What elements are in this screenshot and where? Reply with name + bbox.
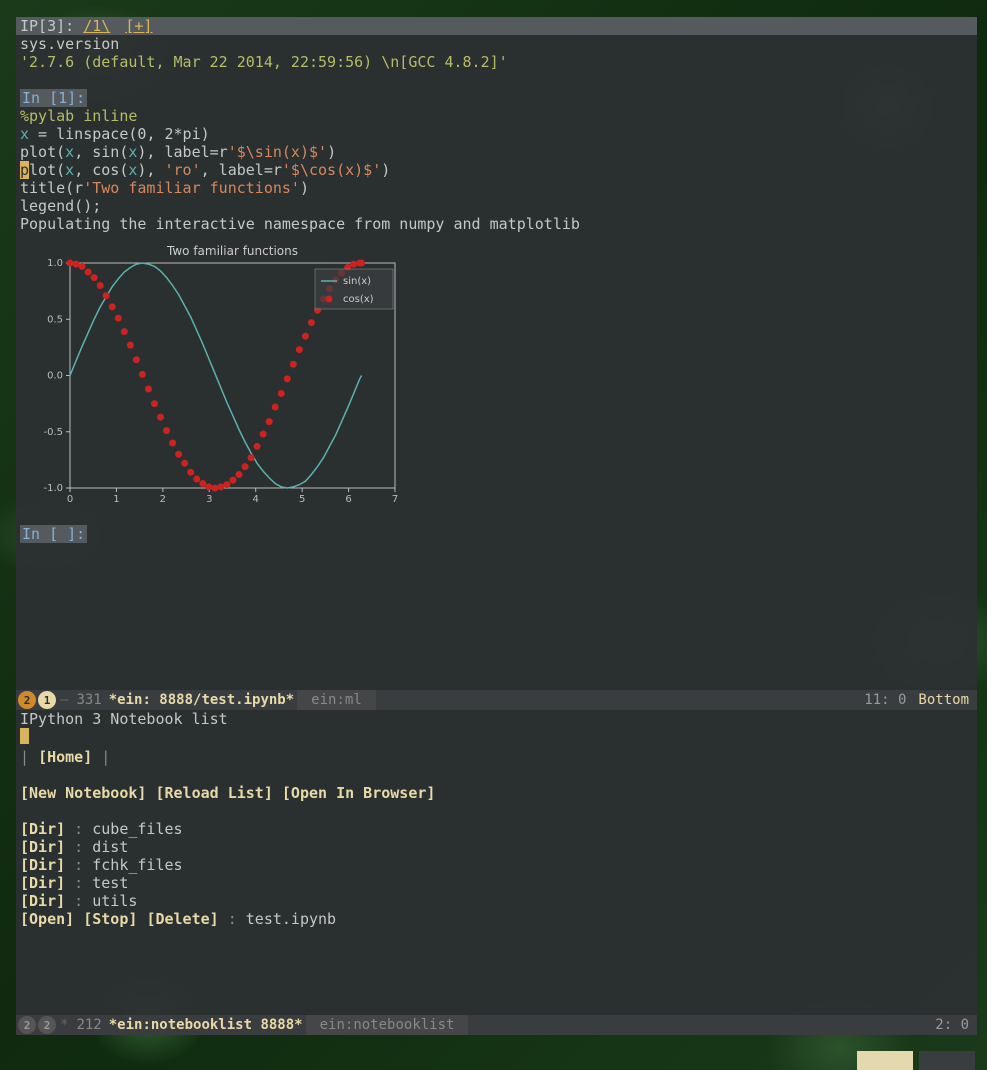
cursor-position: 11: 0 — [864, 692, 906, 708]
svg-text:0.0: 0.0 — [47, 371, 63, 382]
ml-badge-dim2-icon: 2 — [38, 1016, 56, 1034]
svg-text:2: 2 — [160, 494, 166, 505]
in-prompt-empty: In [ ]: — [20, 525, 87, 543]
dir-button[interactable]: [Dir] — [20, 874, 65, 892]
scroll-position: Bottom — [918, 692, 969, 708]
svg-text:6: 6 — [345, 494, 351, 505]
toolbar: [New Notebook] [Reload List] [Open In Br… — [20, 784, 973, 802]
matplotlib-output: Two familiar functions 0 1 2 3 4 5 6 7 -1.0 -0.5 0.… — [20, 243, 400, 513]
ml-badge-index-icon: 1 — [38, 691, 56, 709]
list-item: [Dir] : cube_files — [20, 820, 973, 838]
cell-empty[interactable]: In [ ]: — [16, 525, 977, 543]
svg-text:4: 4 — [253, 494, 259, 505]
dir-button[interactable]: [Dir] — [20, 856, 65, 874]
svg-text:5: 5 — [299, 494, 305, 505]
taskbar-item[interactable] — [857, 1051, 913, 1070]
text-cursor: p — [20, 161, 29, 179]
delete-button[interactable]: [Delete] — [146, 910, 218, 928]
dir-button[interactable]: [Dir] — [20, 820, 65, 838]
stop-button[interactable]: [Stop] — [83, 910, 137, 928]
svg-text:1: 1 — [113, 494, 119, 505]
populate-output: Populating the interactive namespace fro… — [20, 215, 580, 233]
taskbar — [857, 1051, 975, 1070]
open-in-browser-button[interactable]: [Open In Browser] — [282, 784, 436, 802]
open-button[interactable]: [Open] — [20, 910, 74, 928]
list-item: [Dir] : fchk_files — [20, 856, 973, 874]
dir-name: cube_files — [92, 820, 182, 838]
list-item: [Dir] : test — [20, 874, 973, 892]
notebook-buffer-pane[interactable]: IP[3]: /1\ [+] sys.version '2.7.6 (defau… — [16, 17, 977, 690]
cursor-position-2: 2: 0 — [935, 1017, 969, 1033]
list-item: [Open] [Stop] [Delete] : test.ipynb — [20, 910, 973, 928]
svg-text:7: 7 — [392, 494, 398, 505]
in-prompt-1: In [1]: — [20, 89, 87, 107]
svg-text:1.0: 1.0 — [47, 258, 63, 269]
list-item: [Dir] : utils — [20, 892, 973, 910]
svg-text:-1.0: -1.0 — [43, 483, 63, 494]
major-mode: ein:ml — [311, 692, 362, 708]
ml-badge-dim-icon: 2 — [18, 1016, 36, 1034]
svg-text:3: 3 — [206, 494, 212, 505]
dir-name: test — [92, 874, 128, 892]
reload-list-button[interactable]: [Reload List] — [155, 784, 272, 802]
text-cursor-2 — [20, 728, 29, 744]
taskbar-item[interactable] — [919, 1051, 975, 1070]
major-mode-2: ein:notebooklist — [320, 1017, 455, 1033]
new-notebook-button[interactable]: [New Notebook] — [20, 784, 146, 802]
dir-name: fchk_files — [92, 856, 182, 874]
ip-label: IP[3]: — [20, 17, 74, 35]
svg-text:Two familiar functions: Two familiar functions — [166, 244, 298, 258]
dir-name: utils — [92, 892, 137, 910]
svg-text:cos(x): cos(x) — [343, 294, 374, 305]
cell-1[interactable]: In [1]: %pylab inline x = linspace(0, 2*… — [16, 89, 977, 233]
list-item: [Dir] : dist — [20, 838, 973, 856]
modeline-top: 2 1 — 331 *ein: 8888/test.ipynb* ein:ml … — [16, 690, 977, 710]
notebooklist-buffer-pane[interactable]: IPython 3 Notebook list | [Home] | [New … — [16, 710, 977, 1015]
buffer-name-2: *ein:notebooklist 8888* — [109, 1017, 303, 1033]
svg-text:0.5: 0.5 — [47, 314, 63, 325]
tab-current[interactable]: /1\ — [83, 17, 110, 35]
notebook-header-tabs: IP[3]: /1\ [+] — [16, 17, 977, 35]
dir-name: dist — [92, 838, 128, 856]
dir-button[interactable]: [Dir] — [20, 892, 65, 910]
svg-text:-0.5: -0.5 — [43, 427, 63, 438]
svg-text:0: 0 — [67, 494, 73, 505]
ml-badge-modified-icon: 2 — [18, 691, 36, 709]
home-link[interactable]: [Home] — [38, 748, 92, 766]
modeline-bottom: 2 2 * 212 *ein:notebooklist 8888* ein:no… — [16, 1015, 977, 1035]
svg-text:sin(x): sin(x) — [343, 276, 371, 287]
notebooklist-title: IPython 3 Notebook list — [20, 710, 973, 728]
dir-button[interactable]: [Dir] — [20, 838, 65, 856]
buffer-name: *ein: 8888/test.ipynb* — [109, 692, 294, 708]
cell-output-top: sys.version '2.7.6 (default, Mar 22 2014… — [16, 35, 977, 71]
notebook-name: test.ipynb — [246, 910, 336, 928]
tab-add[interactable]: [+] — [125, 17, 152, 35]
